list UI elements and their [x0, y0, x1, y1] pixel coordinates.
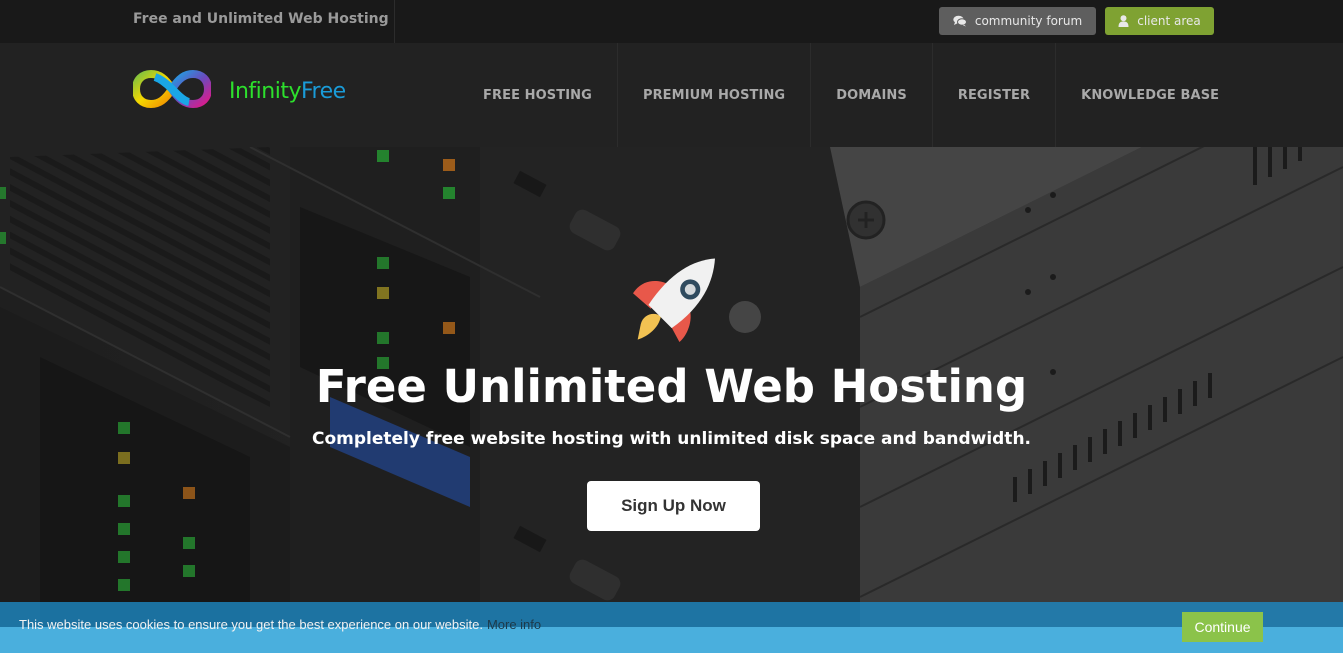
- brand-name-part1: Infinity: [229, 78, 302, 104]
- community-forum-label: community forum: [974, 14, 1083, 28]
- continue-button[interactable]: Continue: [1182, 612, 1263, 642]
- sign-up-now-button[interactable]: Sign Up Now: [587, 481, 760, 531]
- rocket-icon: [616, 244, 732, 362]
- hero-title: Free Unlimited Web Hosting: [315, 360, 1028, 413]
- nav-item-register[interactable]: REGISTER: [933, 43, 1057, 147]
- user-icon: [1118, 15, 1129, 27]
- nav-item-premium-hosting[interactable]: PREMIUM HOSTING: [618, 43, 812, 147]
- site-logo[interactable]: InfinityFree: [131, 68, 346, 114]
- cookie-banner: This website uses cookies to ensure you …: [0, 602, 1343, 653]
- cookie-message: This website uses cookies to ensure you …: [19, 617, 541, 632]
- brand-name: InfinityFree: [229, 79, 346, 104]
- hero-subtitle: Completely free website hosting with unl…: [311, 429, 1031, 449]
- hero-section: Free Unlimited Web Hosting Completely fr…: [0, 147, 1343, 627]
- main-nav: FREE HOSTING PREMIUM HOSTING DOMAINS REG…: [458, 43, 1244, 147]
- infinity-logo-icon: [131, 68, 213, 114]
- comments-icon: [953, 15, 967, 27]
- top-bar: Free and Unlimited Web Hosting community…: [0, 0, 1343, 43]
- tagline: Free and Unlimited Web Hosting: [133, 11, 389, 27]
- nav-item-knowledge-base[interactable]: KNOWLEDGE BASE: [1056, 43, 1244, 147]
- client-area-button[interactable]: client area: [1105, 7, 1214, 35]
- cookie-message-text: This website uses cookies to ensure you …: [19, 617, 483, 632]
- hero-content: Free Unlimited Web Hosting Completely fr…: [0, 147, 1343, 627]
- client-area-label: client area: [1137, 14, 1201, 28]
- more-info-link[interactable]: More info: [487, 617, 541, 632]
- nav-item-free-hosting[interactable]: FREE HOSTING: [458, 43, 618, 147]
- brand-name-part2: Free: [301, 78, 346, 104]
- nav-item-domains[interactable]: DOMAINS: [811, 43, 933, 147]
- main-navbar: InfinityFree FREE HOSTING PREMIUM HOSTIN…: [0, 43, 1343, 147]
- topbar-divider: [394, 0, 395, 43]
- community-forum-button[interactable]: community forum: [939, 7, 1096, 35]
